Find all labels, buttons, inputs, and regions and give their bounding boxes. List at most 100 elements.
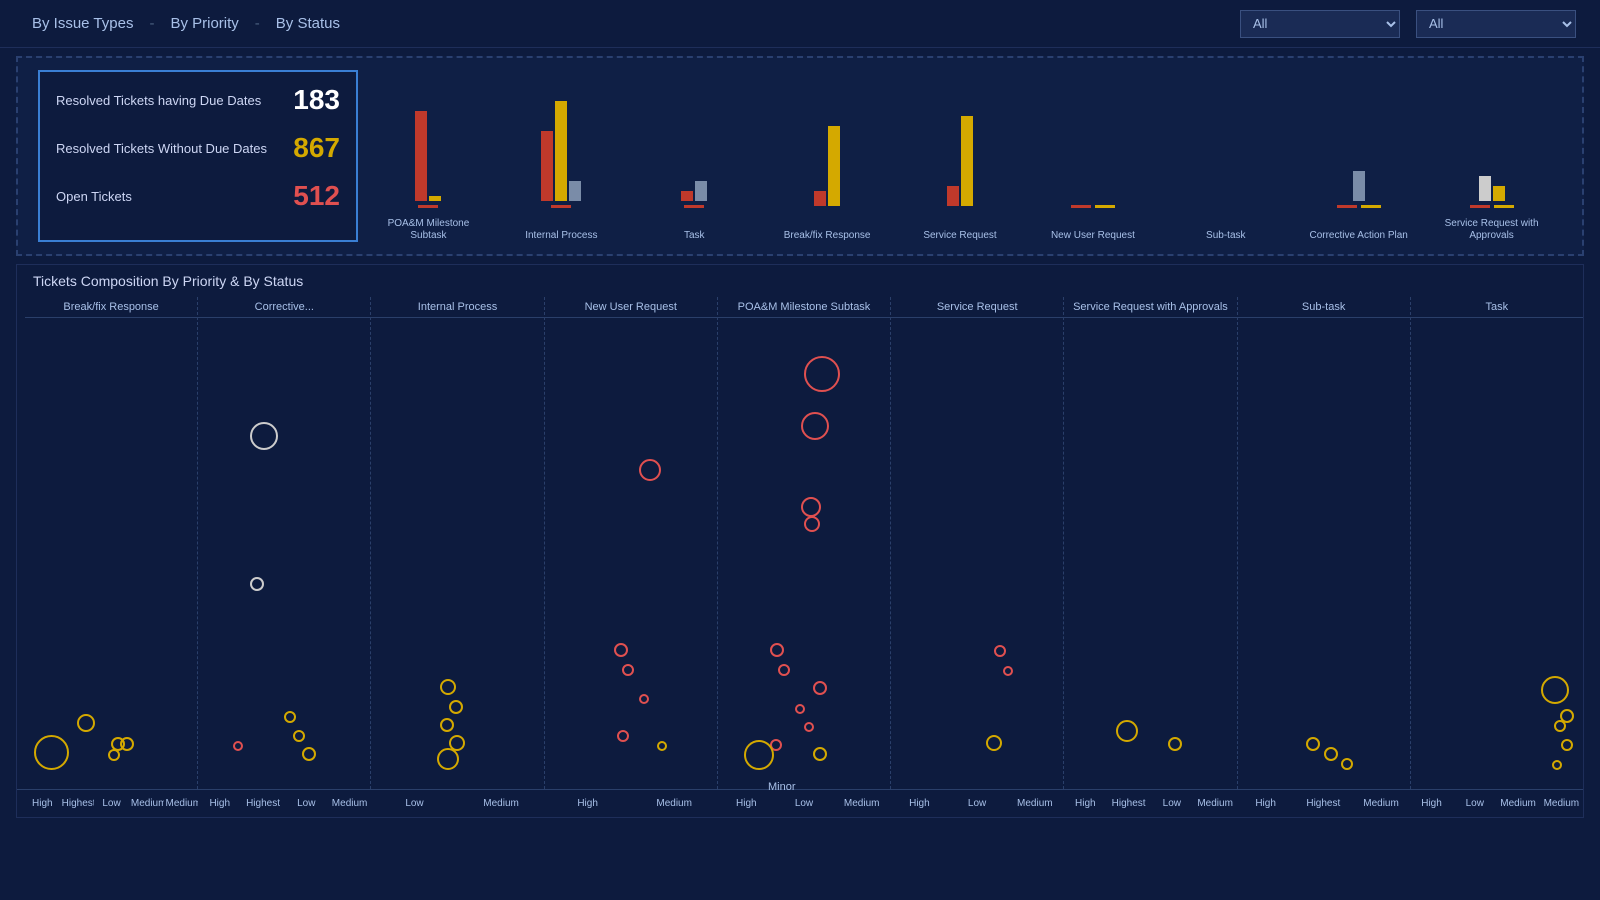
bar-servicereq-approvals-gold (1493, 186, 1505, 201)
x-label-task-medium2: Medium (1540, 794, 1583, 813)
bar-poam-red (415, 111, 427, 201)
bars-subtask (1220, 204, 1232, 206)
x-label-servicereq-approvals-high: High (1064, 794, 1107, 813)
x-axis-newuser: High Medium (544, 790, 717, 817)
select-year[interactable]: All (1416, 10, 1576, 38)
bars-servicereq-approvals (1479, 176, 1505, 201)
scatter-section: Tickets Composition By Priority & By Sta… (16, 264, 1584, 818)
x-label-servicereq-approvals-medium: Medium (1194, 794, 1237, 813)
bubble-servicereq-approvals-2 (1168, 737, 1182, 751)
x-axis-poam: High Low Medium (717, 790, 890, 817)
bubble-subtask-3 (1341, 758, 1353, 770)
bubble-newuser-3 (622, 664, 634, 676)
bubble-poam-5 (770, 643, 784, 657)
scatter-col-servicereq: Service Request (891, 297, 1064, 789)
bubble-internal-2 (449, 700, 463, 714)
line-servicereq-approvals-gold (1494, 205, 1514, 208)
bars-corrective (1353, 171, 1365, 201)
bubble-servicereq-1 (994, 645, 1006, 657)
bar-group-newuser: New User Request (1038, 199, 1147, 242)
bubble-newuser-4 (639, 694, 649, 704)
x-label-corrective-low: Low (285, 794, 328, 813)
x-label-servicereq-high: High (891, 794, 949, 813)
x-label-subtask-medium: Medium (1352, 794, 1410, 813)
bar-group-internal: Internal Process (507, 101, 616, 242)
kpi-value-resolved-with-due: 183 (293, 84, 340, 116)
scatter-col-header-newuser: New User Request (545, 297, 717, 318)
x-label-servicereq-low: Low (948, 794, 1006, 813)
scatter-col-newuser: New User Request (545, 297, 718, 789)
bar-servicereq-red (947, 186, 959, 206)
x-axis-servicereq: High Low Medium (891, 790, 1064, 817)
label-corrective: Corrective Action Plan (1309, 214, 1407, 242)
scatter-col-subtask: Sub-task (1238, 297, 1411, 789)
bubble-internal-3 (440, 718, 454, 732)
scatter-col-body-newuser (545, 318, 717, 789)
bar-internal-red (541, 131, 553, 201)
x-label-servicereq-approvals-highest: Highest (1107, 794, 1150, 813)
scatter-col-body-internal (371, 318, 543, 789)
scatter-col-header-internal: Internal Process (371, 297, 543, 318)
bubble-subtask-2 (1324, 747, 1338, 761)
bar-group-subtask: Sub-task (1171, 204, 1280, 242)
scatter-col-poam: POA&M Milestone Subtask (718, 297, 891, 789)
bubble-newuser-5 (617, 730, 629, 742)
scatter-col-servicereq-approvals: Service Request with Approvals (1064, 297, 1237, 789)
scatter-col-corrective: Corrective... (198, 297, 371, 789)
x-axis-internal: Low Medium (371, 790, 544, 817)
x-label-internal-medium: Medium (458, 794, 545, 813)
kpi-row-resolved-with-due: Resolved Tickets having Due Dates 183 (56, 84, 340, 116)
x-label-breakfix-highest: Highest (60, 794, 95, 813)
x-label-breakfix-low: Low (94, 794, 129, 813)
nav-item-status[interactable]: By Status (268, 11, 348, 36)
summary-section: Resolved Tickets having Due Dates 183 Re… (16, 56, 1584, 256)
bubble-corrective-6 (302, 747, 316, 761)
scatter-col-body-servicereq-approvals (1064, 318, 1236, 789)
scatter-col-header-task: Task (1411, 297, 1583, 318)
label-internal: Internal Process (525, 214, 597, 242)
x-axis-container: High Highest Low Medium Medium High High… (17, 789, 1583, 817)
bubble-poam-8 (795, 704, 805, 714)
scatter-col-internal: Internal Process (371, 297, 544, 789)
bubble-newuser-1 (639, 459, 661, 481)
x-label-minor: Minor (768, 781, 796, 793)
label-newuser: New User Request (1051, 214, 1135, 242)
bar-task-gray (695, 181, 707, 201)
label-subtask: Sub-task (1206, 214, 1245, 242)
bar-group-task: Task (640, 181, 749, 242)
x-axis-corrective: High Highest Low Medium (198, 790, 371, 817)
select-issue-type[interactable]: All (1240, 10, 1400, 38)
nav-item-issue-types[interactable]: By Issue Types (24, 11, 141, 36)
kpi-label-open: Open Tickets (56, 189, 132, 204)
bubble-internal-5 (437, 748, 459, 770)
scatter-col-body-poam (718, 318, 890, 789)
bar-group-poam: POA&M MilestoneSubtask (374, 111, 483, 242)
bars-internal (541, 101, 581, 201)
line-newuser-gold (1095, 205, 1115, 208)
x-label-breakfix-high: High (25, 794, 60, 813)
x-axis-task: High Low Medium Medium (1410, 790, 1583, 817)
line-internal-red (551, 205, 571, 208)
bubble-internal-1 (440, 679, 456, 695)
bar-group-servicereq-approvals: Service Request with Approvals (1437, 176, 1546, 242)
bar-group-breakfix: Break/fix Response (773, 126, 882, 242)
x-label-newuser-medium: Medium (631, 794, 718, 813)
x-label-newuser-high: High (544, 794, 631, 813)
bubble-breakfix-3 (120, 737, 134, 751)
bar-internal-gold (555, 101, 567, 201)
label-poam: POA&M MilestoneSubtask (388, 214, 470, 242)
bar-group-corrective: Corrective Action Plan (1304, 171, 1413, 242)
line-newuser-red (1071, 205, 1091, 208)
bar-task-red (681, 191, 693, 201)
bars-servicereq (947, 116, 973, 206)
line-corrective-red (1337, 205, 1357, 208)
scatter-col-header-servicereq-approvals: Service Request with Approvals (1064, 297, 1236, 318)
bubble-servicereq-3 (986, 735, 1002, 751)
label-servicereq: Service Request (923, 214, 996, 242)
x-label-corrective-medium: Medium (328, 794, 371, 813)
x-label-poam-medium: Medium (833, 794, 891, 813)
scatter-col-task: Task (1411, 297, 1583, 789)
nav-item-priority[interactable]: By Priority (162, 11, 246, 36)
scatter-title: Tickets Composition By Priority & By Sta… (17, 265, 1583, 297)
kpi-row-resolved-without-due: Resolved Tickets Without Due Dates 867 (56, 132, 340, 164)
